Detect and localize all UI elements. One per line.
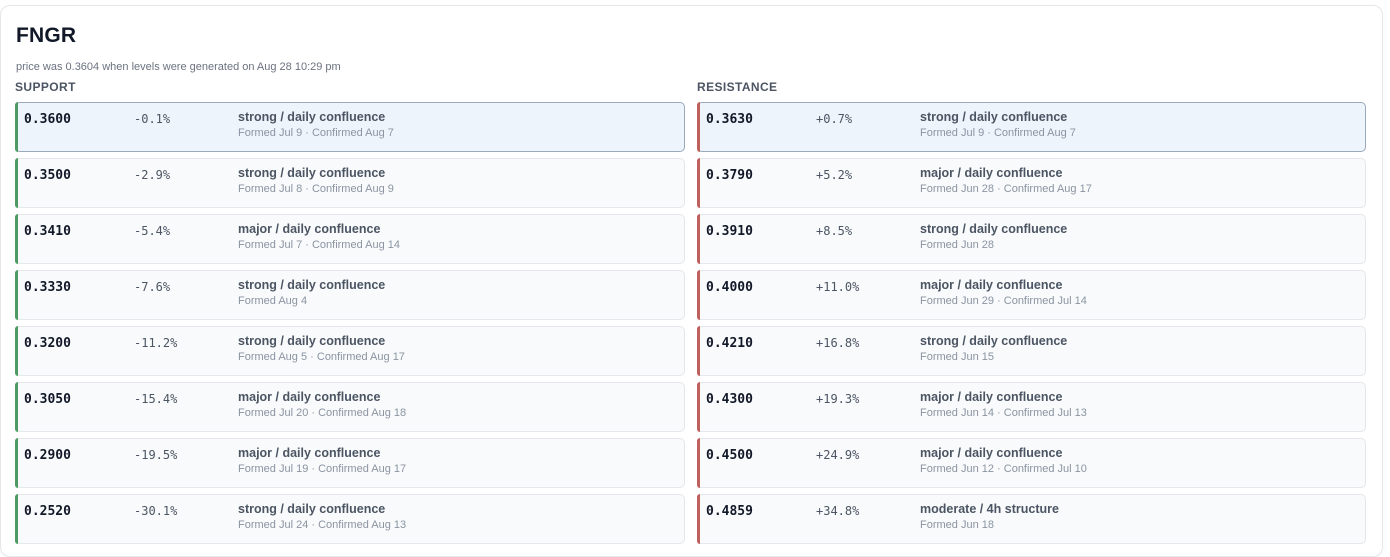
resistance-level-row[interactable]: 0.3910 +8.5% strong / daily confluence Form…	[697, 214, 1366, 264]
level-strength: strong / daily confluence	[920, 222, 1068, 236]
level-price: 0.2520	[24, 504, 71, 519]
level-distance: -7.6%	[134, 280, 171, 294]
ticker-title: FNGR	[16, 24, 77, 47]
level-strength: major / daily confluence	[920, 390, 1063, 404]
level-price: 0.4500	[706, 448, 753, 463]
level-distance: +16.8%	[816, 336, 860, 350]
level-dates: Formed Jun 29 · Confirmed Jul 14	[920, 295, 1087, 307]
resistance-level-row[interactable]: 0.4500 +24.9% major / daily confluence Form…	[697, 438, 1366, 488]
resistance-level-row[interactable]: 0.4859 +34.8% moderate / 4h structure Forme…	[697, 494, 1366, 544]
level-price: 0.3790	[706, 168, 753, 183]
level-distance: +5.2%	[816, 168, 853, 182]
level-distance: -11.2%	[134, 336, 178, 350]
level-distance: +24.9%	[816, 448, 860, 462]
level-dates: Formed Jul 9 · Confirmed Aug 7	[238, 127, 394, 139]
resistance-heading: RESISTANCE	[697, 80, 778, 94]
level-dates: Formed Jun 18	[920, 519, 994, 531]
level-dates: Formed Jun 15	[920, 351, 994, 363]
level-dates: Formed Jun 14 · Confirmed Jul 13	[920, 407, 1087, 419]
support-level-row[interactable]: 0.3410 -5.4% major / daily confluence Forme…	[15, 214, 685, 264]
level-price: 0.4300	[706, 392, 753, 407]
level-price: 0.4859	[706, 504, 753, 519]
level-price: 0.2900	[24, 448, 71, 463]
level-dates: Formed Jul 8 · Confirmed Aug 9	[238, 183, 394, 195]
level-distance: +34.8%	[816, 504, 860, 518]
support-level-row[interactable]: 0.3050 -15.4% major / daily confluence Form…	[15, 382, 685, 432]
level-distance: -5.4%	[134, 224, 171, 238]
level-strength: strong / daily confluence	[238, 278, 386, 292]
level-strength: strong / daily confluence	[238, 502, 386, 516]
level-distance: -30.1%	[134, 504, 178, 518]
level-dates: Formed Jun 28	[920, 239, 994, 251]
level-strength: major / daily confluence	[238, 222, 381, 236]
resistance-level-row[interactable]: 0.4000 +11.0% major / daily confluence Form…	[697, 270, 1366, 320]
support-level-row[interactable]: 0.3500 -2.9% strong / daily confluence Form…	[15, 158, 685, 208]
resistance-level-row[interactable]: 0.3790 +5.2% major / daily confluence Forme…	[697, 158, 1366, 208]
level-strength: strong / daily confluence	[238, 166, 386, 180]
level-price: 0.3200	[24, 336, 71, 351]
level-price: 0.4000	[706, 280, 753, 295]
level-dates: Formed Aug 4	[238, 295, 308, 307]
resistance-list: 0.3630 +0.7% strong / daily confluence Form…	[697, 102, 1366, 544]
support-list: 0.3600 -0.1% strong / daily confluence Form…	[15, 102, 685, 544]
level-dates: Formed Jun 12 · Confirmed Jul 10	[920, 463, 1087, 475]
level-distance: +19.3%	[816, 392, 860, 406]
support-level-row[interactable]: 0.2900 -19.5% major / daily confluence Form…	[15, 438, 685, 488]
level-dates: Formed Jul 20 · Confirmed Aug 18	[238, 407, 407, 419]
support-level-row[interactable]: 0.3200 -11.2% strong / daily confluence For…	[15, 326, 685, 376]
level-strength: strong / daily confluence	[920, 334, 1068, 348]
level-strength: major / daily confluence	[920, 446, 1063, 460]
level-strength: major / daily confluence	[920, 278, 1063, 292]
resistance-column: RESISTANCE 0.3630 +0.7% strong / daily con…	[697, 80, 1366, 550]
support-level-row[interactable]: 0.3330 -7.6% strong / daily confluence Form…	[15, 270, 685, 320]
level-price: 0.3500	[24, 168, 71, 183]
generation-note: price was 0.3604 when levels were genera…	[16, 61, 341, 73]
level-strength: strong / daily confluence	[238, 334, 386, 348]
level-strength: strong / daily confluence	[920, 110, 1068, 124]
level-price: 0.3910	[706, 224, 753, 239]
level-price: 0.3050	[24, 392, 71, 407]
support-column: SUPPORT 0.3600 -0.1% strong / daily conflu…	[15, 80, 685, 550]
level-dates: Formed Jul 7 · Confirmed Aug 14	[238, 239, 401, 251]
resistance-level-row[interactable]: 0.3630 +0.7% strong / daily confluence Form…	[697, 102, 1366, 152]
support-heading: SUPPORT	[15, 80, 76, 94]
level-price: 0.3630	[706, 112, 753, 127]
level-dates: Formed Jul 9 · Confirmed Aug 7	[920, 127, 1076, 139]
level-distance: -2.9%	[134, 168, 171, 182]
level-price: 0.4210	[706, 336, 753, 351]
support-level-row[interactable]: 0.3600 -0.1% strong / daily confluence Form…	[15, 102, 685, 152]
level-dates: Formed Jul 24 · Confirmed Aug 13	[238, 519, 407, 531]
level-distance: -15.4%	[134, 392, 178, 406]
support-level-row[interactable]: 0.2520 -30.1% strong / daily confluence For…	[15, 494, 685, 544]
level-strength: moderate / 4h structure	[920, 502, 1059, 516]
resistance-level-row[interactable]: 0.4210 +16.8% strong / daily confluence For…	[697, 326, 1366, 376]
level-distance: -0.1%	[134, 112, 171, 126]
level-distance: +0.7%	[816, 112, 853, 126]
level-strength: major / daily confluence	[238, 446, 381, 460]
level-price: 0.3330	[24, 280, 71, 295]
level-dates: Formed Jul 19 · Confirmed Aug 17	[238, 463, 407, 475]
level-strength: major / daily confluence	[920, 166, 1063, 180]
level-distance: +8.5%	[816, 224, 853, 238]
level-price: 0.3600	[24, 112, 71, 127]
level-strength: major / daily confluence	[238, 390, 381, 404]
level-distance: +11.0%	[816, 280, 860, 294]
level-price: 0.3410	[24, 224, 71, 239]
level-dates: Formed Aug 5 · Confirmed Aug 17	[238, 351, 405, 363]
level-dates: Formed Jun 28 · Confirmed Aug 17	[920, 183, 1092, 195]
level-distance: -19.5%	[134, 448, 178, 462]
level-strength: strong / daily confluence	[238, 110, 386, 124]
resistance-level-row[interactable]: 0.4300 +19.3% major / daily confluence Form…	[697, 382, 1366, 432]
